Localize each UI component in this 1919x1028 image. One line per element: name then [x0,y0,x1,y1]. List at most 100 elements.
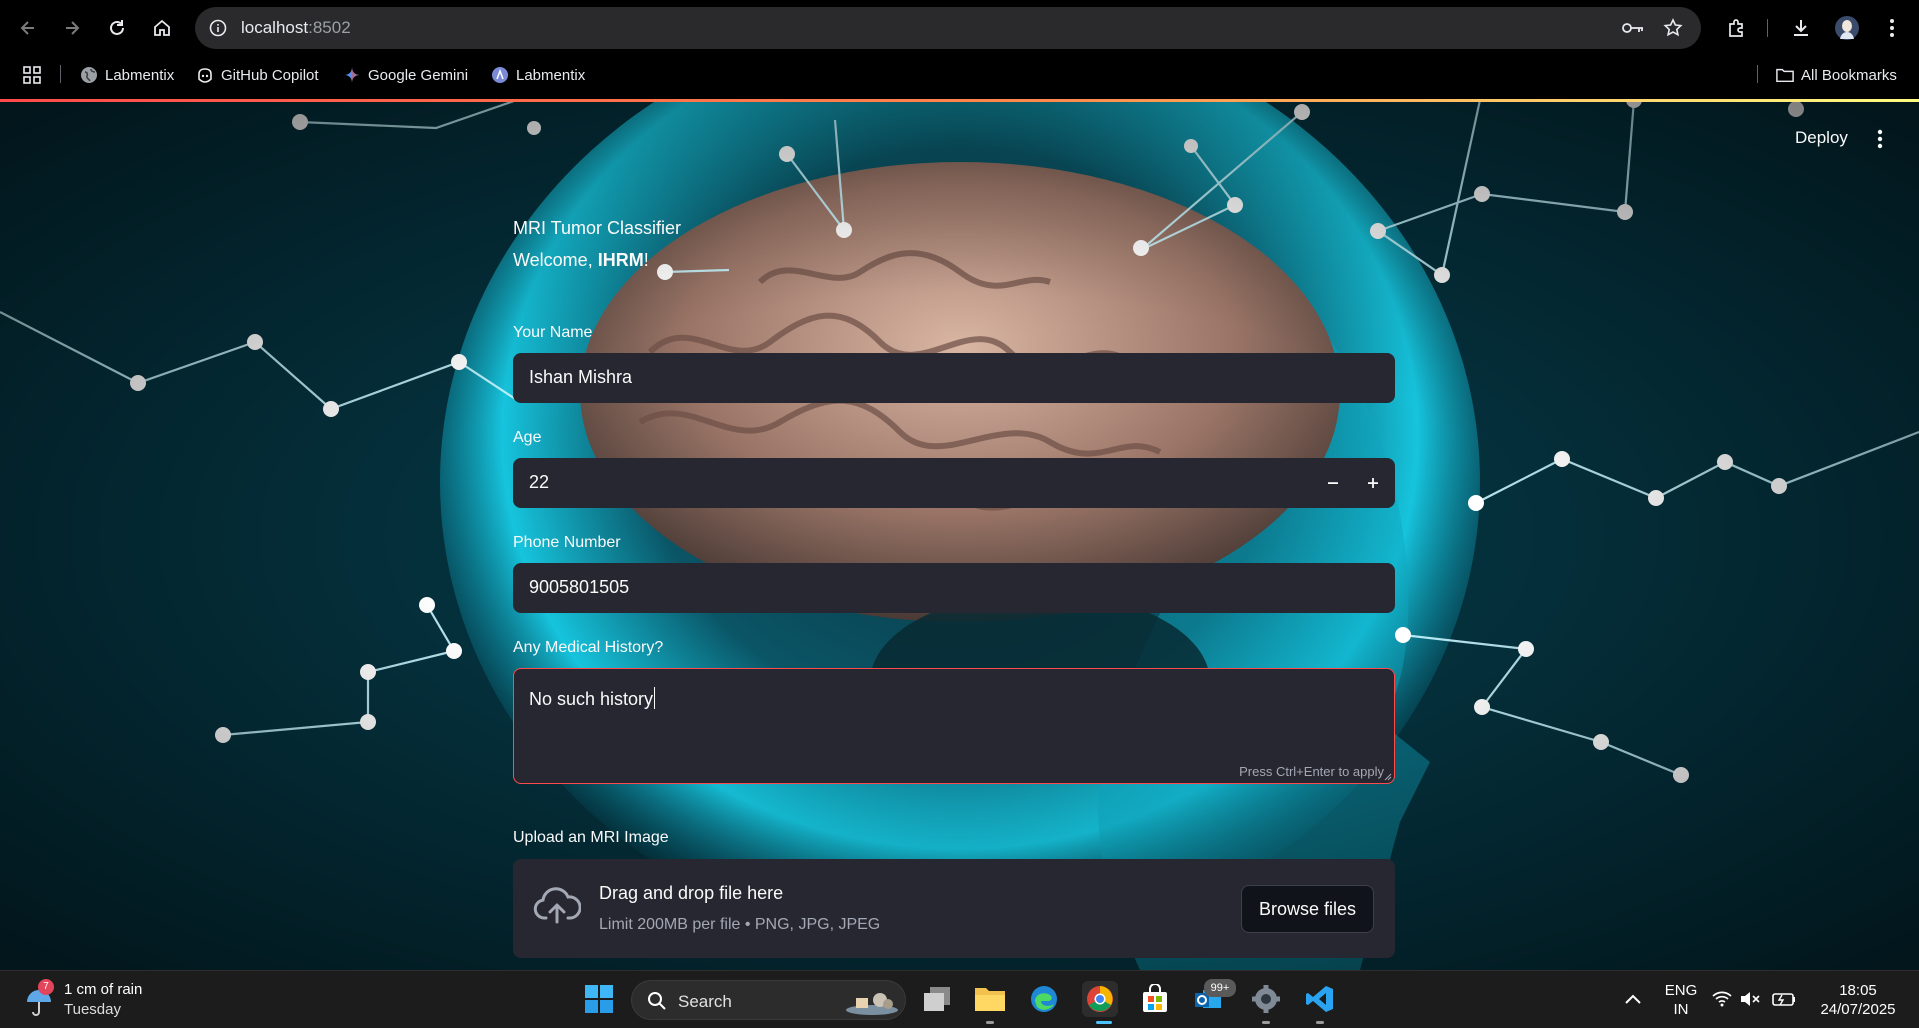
phone-label: Phone Number [513,534,621,551]
edge-icon [1031,986,1057,1012]
cloud-upload-icon [533,887,581,924]
forward-arrow-icon [66,21,80,35]
resize-handle-icon[interactable] [1384,773,1392,781]
windows-logo-icon [585,985,613,1013]
reload-icon [110,20,124,35]
welcome-username: IHRM [597,250,644,270]
plus-icon [1368,478,1378,488]
text-caret [654,687,656,709]
labmentix-icon [491,66,509,84]
chevron-up-icon [1625,994,1641,1004]
bookmark-labmentix[interactable]: Labmentix [80,64,174,86]
increment-button[interactable] [1353,458,1393,508]
upload-label: Upload an MRI Image [513,829,669,846]
password-key-icon[interactable] [1622,17,1644,39]
file-dropzone[interactable]: Drag and drop file here Limit 200MB per … [513,859,1395,958]
app-viewport: Deploy MRI Tumor Classifier Welcome, IHR… [0,102,1919,970]
forward-button[interactable] [56,12,88,44]
minus-icon [1328,482,1338,484]
home-icon [154,19,170,36]
start-button[interactable] [581,981,617,1017]
edge-button[interactable] [1026,981,1062,1017]
mail-badge: 99+ [1204,979,1236,997]
show-hidden-icons-button[interactable] [1615,981,1651,1017]
age-label: Age [513,429,542,446]
taskbar-search[interactable]: Search [631,980,906,1020]
browse-files-button[interactable]: Browse files [1241,885,1374,933]
browser-chrome: localhost:8502 Labmentix GitHub Copilot [0,0,1919,102]
copilot-icon [196,66,214,84]
quick-settings-button[interactable] [1711,981,1801,1017]
running-indicator [986,1021,994,1024]
bookmarks-divider [60,65,61,83]
bookmark-star-icon[interactable] [1662,17,1684,39]
chrome-button[interactable] [1082,981,1118,1017]
wifi-volume-battery-icon [1712,991,1795,1007]
bookmark-label: Google Gemini [368,66,469,84]
age-number-input[interactable]: 22 [513,458,1395,508]
task-view-icon [924,987,950,1011]
vscode-button[interactable] [1302,981,1338,1017]
bookmark-label: Labmentix [105,66,175,84]
clock[interactable]: 18:05 24/07/2025 [1808,981,1908,1019]
site-info-icon[interactable] [207,17,229,39]
medical-history-value: No such history [529,687,656,709]
deploy-button[interactable]: Deploy [1795,128,1848,148]
reload-button[interactable] [101,12,133,44]
globe-icon [80,66,98,84]
age-input-value: 22 [529,472,550,492]
bookmark-label: Labmentix [516,66,586,84]
file-explorer-button[interactable] [972,981,1008,1017]
download-icon [1794,20,1808,36]
downloads-button[interactable] [1785,12,1817,44]
search-highlight-icon [846,993,898,1015]
home-button[interactable] [146,12,178,44]
gemini-icon [343,66,361,84]
decrement-button[interactable] [1313,458,1353,508]
folder-icon [1776,66,1794,84]
apps-button[interactable] [22,64,42,86]
store-button[interactable] [1137,981,1173,1017]
medical-history-label: Any Medical History? [513,639,664,656]
running-indicator [1262,1021,1270,1024]
kebab-menu-icon [1890,19,1894,37]
back-button[interactable] [12,12,44,44]
url-text: localhost:8502 [241,18,351,37]
all-bookmarks-label: All Bookmarks [1801,66,1897,84]
bookmarks-bar: Labmentix GitHub Copilot Google Gemini L… [0,56,1919,92]
all-bookmarks-button[interactable]: All Bookmarks [1776,64,1897,86]
dropzone-limit: Limit 200MB per file • PNG, JPG, JPEG [599,916,881,933]
bookmark-labmentix-2[interactable]: Labmentix [491,64,585,86]
settings-button[interactable] [1248,981,1284,1017]
browser-menu-button[interactable] [1876,12,1908,44]
phone-input[interactable]: 9005801505 [513,563,1395,613]
kebab-menu-icon [1877,129,1883,149]
dropzone-title: Drag and drop file here [599,883,784,903]
puzzle-icon [1729,19,1743,37]
bookmark-github-copilot[interactable]: GitHub Copilot [196,64,319,86]
clock-time: 18:05 [1839,982,1877,999]
search-label: Search [678,992,732,1011]
task-view-button[interactable] [919,981,955,1017]
language-indicator[interactable]: ENG IN [1660,981,1702,1019]
search-icon [648,992,666,1010]
extensions-button[interactable] [1721,12,1753,44]
gear-icon [1252,985,1280,1013]
weather-day: Tuesday [64,1001,121,1018]
name-input[interactable]: Ishan Mishra [513,353,1395,403]
bookmark-google-gemini[interactable]: Google Gemini [343,64,468,86]
phone-input-value: 9005801505 [529,577,630,597]
address-bar[interactable]: localhost:8502 [195,7,1701,49]
active-indicator [1096,1021,1112,1024]
apps-grid-icon [23,66,41,84]
chrome-icon [1087,986,1113,1012]
clock-date: 24/07/2025 [1820,1001,1896,1018]
page-title: MRI Tumor Classifier [513,218,682,238]
app-main-menu-button[interactable] [1868,124,1892,154]
toolbar-divider [1767,19,1768,37]
medical-history-textarea[interactable]: No such history Press Ctrl+Enter to appl… [513,668,1395,784]
brain-background-image [0,102,1919,970]
profile-button[interactable] [1831,12,1863,44]
back-arrow-icon [20,21,34,35]
weather-widget[interactable]: 7 1 cm of rain Tuesday [22,979,162,1023]
